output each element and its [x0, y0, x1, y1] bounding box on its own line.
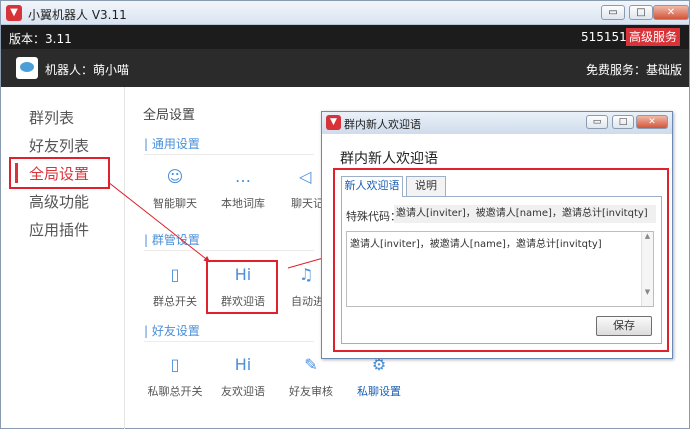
- dialog-title-bar: ▼ 群内新人欢迎语 ▭ □ ✕: [322, 112, 672, 134]
- app-logo-icon: ▼: [326, 115, 341, 130]
- welcome-dialog: ▼ 群内新人欢迎语 ▭ □ ✕ 群内新人欢迎语 新人欢迎语 说明 特殊代码： 邀…: [321, 111, 673, 359]
- dialog-title: 群内新人欢迎语: [344, 118, 421, 131]
- dialog-close-button[interactable]: ✕: [636, 115, 668, 129]
- dialog-highlight-box: [333, 168, 669, 352]
- dialog-maximize-button[interactable]: □: [612, 115, 634, 129]
- dialog-heading: 群内新人欢迎语: [340, 151, 438, 167]
- arrow-sidebar-to-feature: [107, 181, 211, 263]
- dialog-minimize-button[interactable]: ▭: [586, 115, 608, 129]
